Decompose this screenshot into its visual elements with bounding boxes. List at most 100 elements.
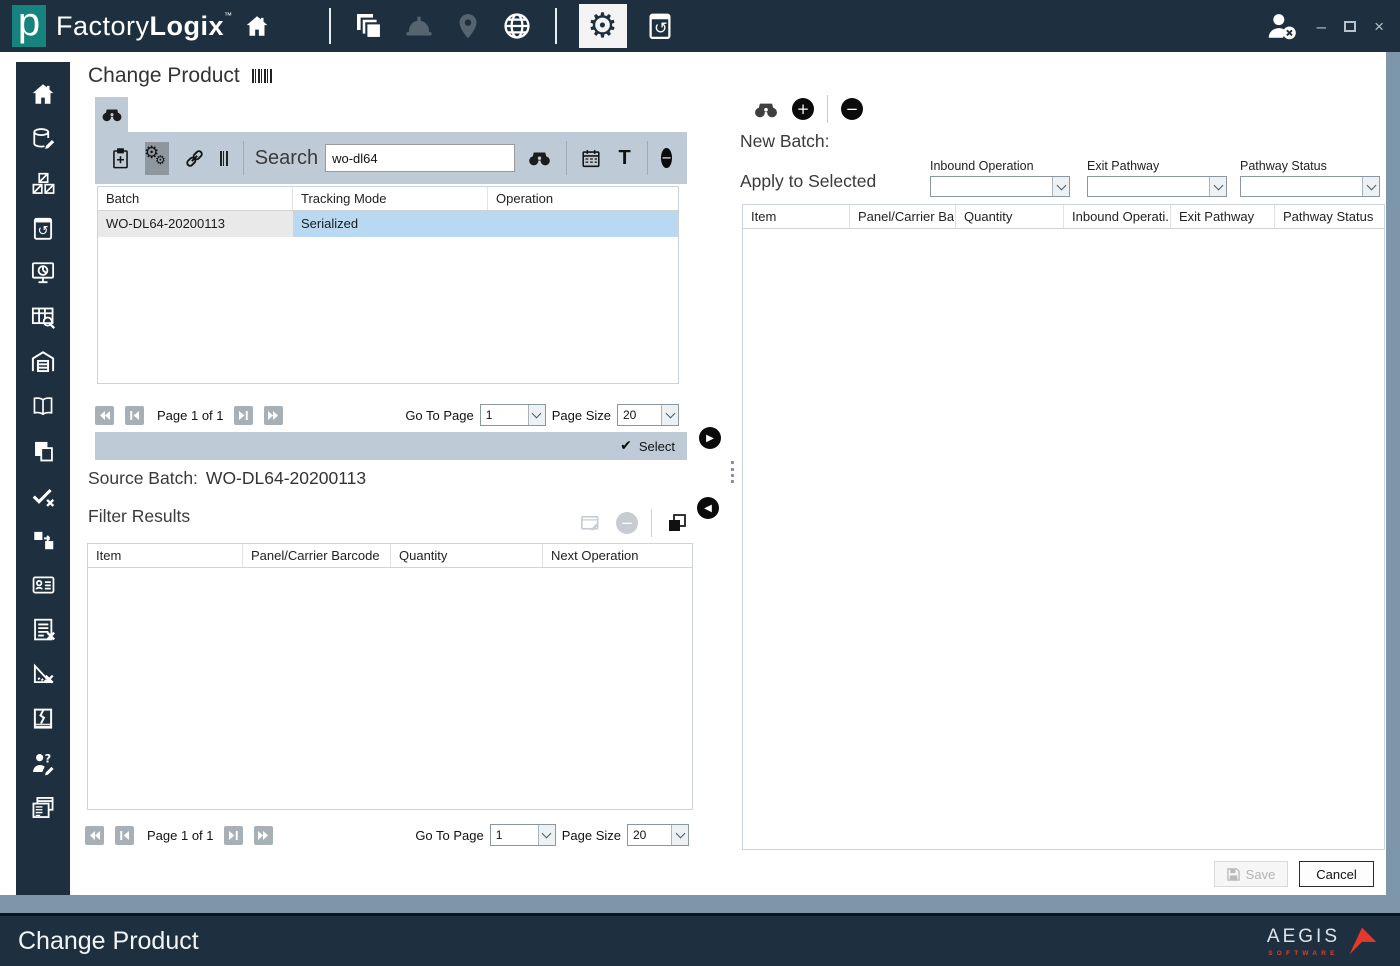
home-icon[interactable]	[242, 13, 272, 39]
sidebar-item-batch-documents[interactable]	[16, 429, 70, 474]
move-left-button[interactable]: ◀	[697, 497, 719, 519]
cancel-button[interactable]: Cancel	[1299, 861, 1374, 887]
previous-page-button[interactable]	[125, 405, 144, 425]
clipboard-add-icon[interactable]	[110, 146, 131, 170]
svg-text:↺: ↺	[38, 223, 49, 238]
chevron-down-icon[interactable]	[671, 825, 688, 845]
exit-pathway-combobox[interactable]	[1087, 176, 1227, 197]
production-refresh-icon[interactable]: ↺	[645, 10, 675, 42]
warehouse-icon	[31, 351, 55, 373]
sidebar-item-validation[interactable]	[16, 473, 70, 518]
chevron-down-icon[interactable]	[1052, 177, 1069, 196]
save-button[interactable]: Save	[1214, 861, 1288, 887]
page-size-combobox[interactable]: 20	[627, 824, 689, 846]
find-binoculars-icon[interactable]	[753, 101, 779, 118]
column-header[interactable]: Panel/Carrier Bar...	[850, 205, 956, 228]
sidebar-item-warehouse[interactable]	[16, 340, 70, 385]
maximize-button[interactable]	[1344, 20, 1357, 32]
move-right-button[interactable]: ▶	[699, 427, 721, 449]
text-filter-icon[interactable]: T	[618, 147, 630, 170]
first-page-button[interactable]	[85, 825, 104, 845]
next-page-button[interactable]	[233, 405, 253, 425]
select-all-icon[interactable]	[665, 511, 689, 535]
column-header[interactable]: Item	[88, 544, 243, 567]
column-header[interactable]: Panel/Carrier Barcode	[243, 544, 391, 567]
filter-pagination: Page 1 of 1 Go To Page 1 Page Size 20	[85, 820, 691, 850]
link-icon[interactable]	[183, 147, 206, 170]
pathway-status-group: Pathway Status	[1240, 159, 1380, 197]
sidebar-item-reports[interactable]	[16, 786, 70, 831]
page-size-label: Page Size	[551, 407, 611, 423]
chevron-down-icon[interactable]	[1362, 177, 1379, 196]
table-row[interactable]: WO-DL64-20200113 Serialized	[98, 211, 678, 237]
last-page-button[interactable]	[253, 825, 273, 845]
globe-icon[interactable]	[501, 10, 533, 42]
sidebar-item-operator-support[interactable]: ?	[16, 741, 70, 786]
chevron-down-icon[interactable]	[537, 825, 555, 845]
close-button[interactable]: ×	[1374, 18, 1384, 35]
minimize-button[interactable]: –	[1317, 18, 1326, 35]
sidebar-item-documentation[interactable]	[16, 384, 70, 429]
search-binoculars-button[interactable]	[527, 150, 552, 166]
edit-form-icon[interactable]	[578, 512, 603, 535]
goto-page-combobox[interactable]: 1	[479, 404, 546, 426]
next-page-button[interactable]	[223, 825, 243, 845]
sidebar-item-badge[interactable]	[16, 563, 70, 608]
exit-pathway-group: Exit Pathway	[1087, 159, 1227, 197]
sidebar-item-material-transfer[interactable]	[16, 518, 70, 563]
batch-cell[interactable]: WO-DL64-20200113	[98, 211, 293, 237]
sidebar-item-assembly[interactable]	[16, 161, 70, 206]
calendar-icon[interactable]	[580, 147, 602, 170]
search-input[interactable]	[325, 144, 516, 172]
monitor-chart-icon	[31, 262, 55, 284]
goto-page-combobox[interactable]: 1	[489, 824, 556, 846]
documents-icon[interactable]	[353, 10, 385, 42]
select-button[interactable]: Select	[639, 439, 675, 454]
sidebar-item-data-query[interactable]	[16, 295, 70, 340]
sidebar-item-batch-history[interactable]: ↺	[16, 206, 70, 251]
first-page-button[interactable]	[95, 405, 114, 425]
column-header[interactable]: Next Operation	[543, 544, 692, 567]
last-page-button[interactable]	[263, 405, 283, 425]
chevron-down-icon[interactable]	[1209, 177, 1226, 196]
chevron-down-icon[interactable]	[661, 405, 678, 425]
barcode-scan-icon[interactable]	[220, 150, 230, 166]
sidebar-item-measurement[interactable]	[16, 652, 70, 697]
sidebar-item-defects[interactable]	[16, 696, 70, 741]
previous-page-button[interactable]	[115, 825, 134, 845]
batch-table-header: Batch Tracking Mode Operation	[98, 187, 678, 211]
remove-icon[interactable]: −	[841, 98, 863, 120]
sidebar-item-home[interactable]	[16, 72, 70, 117]
gears-filter-button[interactable]: ⚙ ⚙	[144, 141, 169, 175]
hardhat-icon[interactable]	[403, 10, 435, 42]
inbound-operation-combobox[interactable]	[930, 176, 1070, 197]
forms-icon	[32, 797, 54, 819]
remove-filter-icon[interactable]: −	[616, 512, 638, 534]
new-batch-table-header: Item Panel/Carrier Bar... Quantity Inbou…	[743, 205, 1384, 229]
column-header[interactable]: Quantity	[391, 544, 543, 567]
column-header[interactable]: Batch	[98, 187, 293, 210]
add-icon[interactable]: +	[792, 98, 814, 120]
goto-page-label: Go To Page	[415, 827, 484, 843]
operation-cell[interactable]	[488, 211, 678, 237]
tracking-mode-cell[interactable]: Serialized	[293, 211, 488, 237]
settings-gear-button[interactable]: ⚙	[578, 4, 627, 48]
pathway-status-combobox[interactable]	[1240, 176, 1380, 197]
column-header[interactable]: Quantity	[956, 205, 1064, 228]
column-header[interactable]: Operation	[488, 187, 678, 210]
chevron-down-icon[interactable]	[527, 405, 545, 425]
remove-icon[interactable]: −	[661, 148, 672, 168]
splitter-handle[interactable]	[731, 461, 734, 483]
column-header[interactable]: Inbound Operati...	[1064, 205, 1171, 228]
column-header[interactable]: Exit Pathway	[1171, 205, 1275, 228]
sidebar-item-checklist[interactable]	[16, 607, 70, 652]
column-header[interactable]: Pathway Status	[1275, 205, 1384, 228]
column-header[interactable]: Tracking Mode	[293, 187, 488, 210]
tab-search[interactable]	[95, 97, 128, 132]
location-pin-icon[interactable]	[453, 10, 483, 42]
column-header[interactable]: Item	[743, 205, 850, 228]
sidebar-item-data-editor[interactable]	[16, 117, 70, 162]
page-size-combobox[interactable]: 20	[617, 404, 679, 426]
sidebar-item-dashboard[interactable]	[16, 250, 70, 295]
logout-user-icon[interactable]	[1265, 11, 1299, 41]
